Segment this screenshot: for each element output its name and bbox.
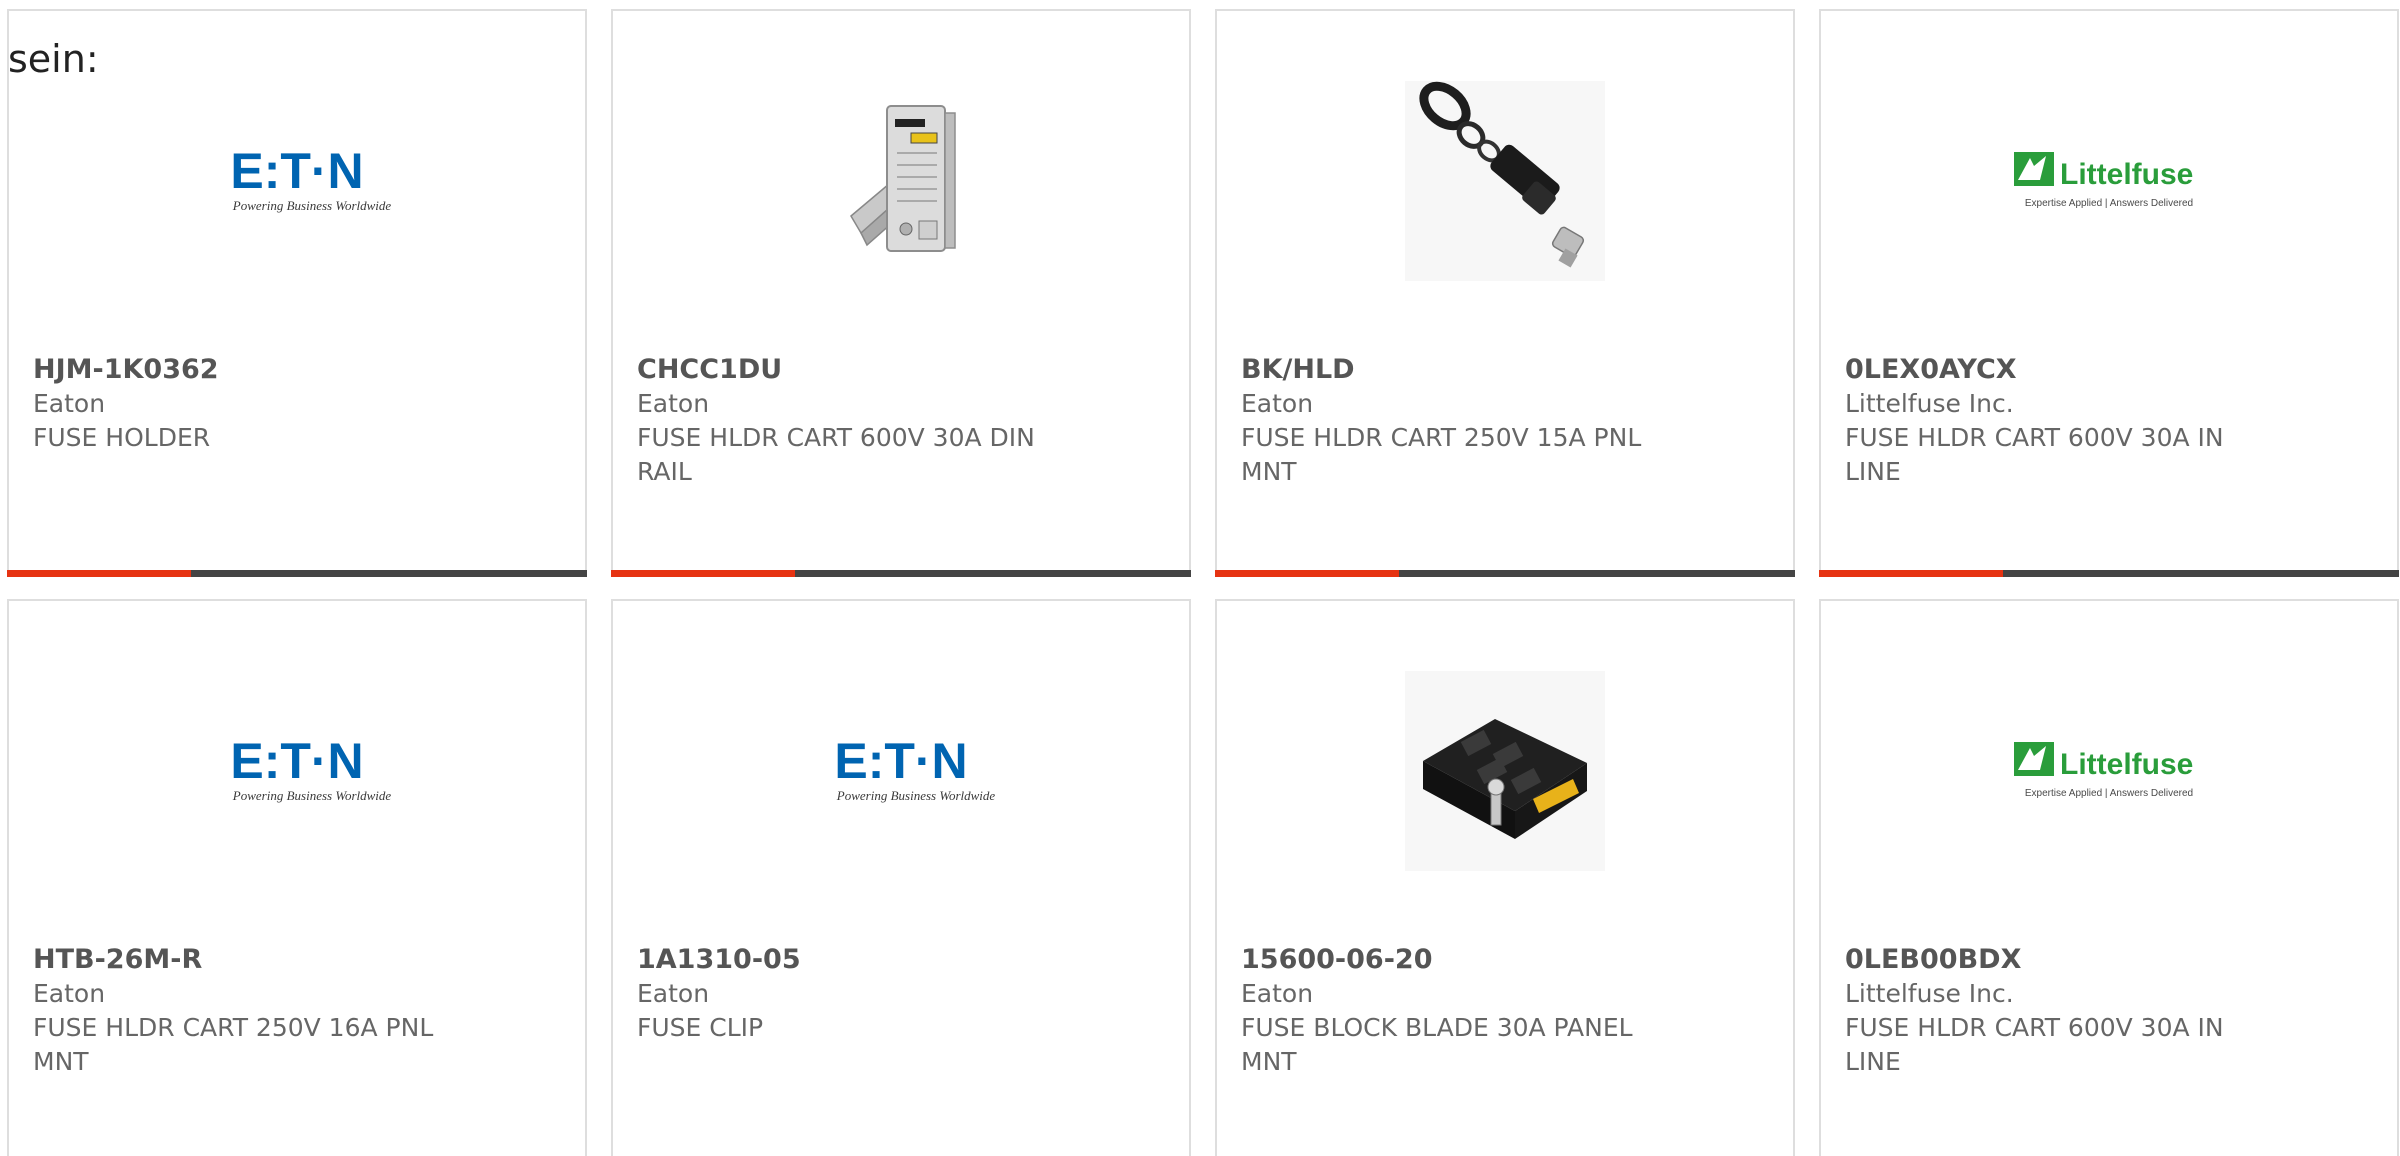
manufacturer-name: Eaton <box>637 979 710 1008</box>
manufacturer-name: Eaton <box>1241 979 1314 1008</box>
product-image[interactable] <box>1217 671 1793 871</box>
card-footer-accent <box>611 570 795 577</box>
card-footer-accent <box>7 570 191 577</box>
product-card[interactable]: 15600-06-20 Eaton FUSE BLOCK BLADE 30A P… <box>1215 599 1795 1156</box>
product-image[interactable] <box>613 81 1189 281</box>
part-number-link[interactable]: HJM-1K0362 <box>33 353 463 387</box>
littelfuse-logo-wordmark: Littelfuse <box>2060 748 2193 781</box>
manufacturer-name: Eaton <box>1241 389 1314 418</box>
product-image[interactable]: Littelfuse Expertise Applied | Answers D… <box>1821 81 2397 281</box>
fuse-block-icon <box>1405 671 1605 871</box>
littelfuse-logo-tagline: Expertise Applied | Answers Delivered <box>2025 788 2193 799</box>
product-image[interactable]: E:T·N Powering Business Worldwide <box>9 81 585 281</box>
part-number-link[interactable]: 0LEX0AYCX <box>1845 353 2275 387</box>
part-number-link[interactable]: HTB-26M-R <box>33 943 463 977</box>
product-description: FUSE HLDR CART 600V 30A IN LINE <box>1845 423 2224 486</box>
part-number-link[interactable]: 15600-06-20 <box>1241 943 1671 977</box>
part-number-link[interactable]: 1A1310-05 <box>637 943 1067 977</box>
manufacturer-name: Littelfuse Inc. <box>1845 389 2014 418</box>
product-info: HJM-1K0362 Eaton FUSE HOLDER <box>33 353 463 455</box>
product-info: 0LEB00BDX Littelfuse Inc. FUSE HLDR CART… <box>1845 943 2275 1079</box>
card-footer-accent <box>1215 570 1399 577</box>
product-info: 0LEX0AYCX Littelfuse Inc. FUSE HLDR CART… <box>1845 353 2275 489</box>
product-image[interactable]: Littelfuse Expertise Applied | Answers D… <box>1821 671 2397 871</box>
product-card[interactable]: Littelfuse Expertise Applied | Answers D… <box>1819 9 2399 577</box>
product-info: BK/HLD Eaton FUSE HLDR CART 250V 15A PNL… <box>1241 353 1671 489</box>
card-footer-bar <box>1819 570 2399 577</box>
card-footer-bar <box>7 570 587 577</box>
eaton-logo-tagline: Powering Business Worldwide <box>232 198 392 213</box>
product-grid-page: sein: E:T·N Powering Business Worldwide … <box>0 0 2400 1156</box>
product-card[interactable]: BK/HLD Eaton FUSE HLDR CART 250V 15A PNL… <box>1215 9 1795 577</box>
eaton-logo-wordmark: E:T·N <box>230 146 363 199</box>
card-footer-accent <box>1819 570 2003 577</box>
product-description: FUSE HLDR CART 600V 30A DIN RAIL <box>637 423 1035 486</box>
product-description: FUSE HLDR CART 600V 30A IN LINE <box>1845 1013 2224 1076</box>
manufacturer-name: Eaton <box>637 389 710 418</box>
card-footer-bar <box>611 570 1191 577</box>
product-info: 1A1310-05 Eaton FUSE CLIP <box>637 943 1067 1045</box>
product-card[interactable]: E:T·N Powering Business Worldwide HTB-26… <box>7 599 587 1156</box>
card-footer-bar <box>1215 570 1795 577</box>
manufacturer-name: Eaton <box>33 979 106 1008</box>
product-grid: E:T·N Powering Business Worldwide HJM-1K… <box>7 9 2399 1156</box>
product-image[interactable] <box>1217 81 1793 281</box>
eaton-logo-tagline: Powering Business Worldwide <box>232 788 392 803</box>
product-card[interactable]: CHCC1DU Eaton FUSE HLDR CART 600V 30A DI… <box>611 9 1191 577</box>
product-card[interactable]: E:T·N Powering Business Worldwide 1A1310… <box>611 599 1191 1156</box>
product-card[interactable]: E:T·N Powering Business Worldwide HJM-1K… <box>7 9 587 577</box>
eaton-logo-icon: E:T·N Powering Business Worldwide <box>230 146 392 213</box>
littelfuse-logo-icon: Littelfuse Expertise Applied | Answers D… <box>2014 152 2193 209</box>
product-description: FUSE BLOCK BLADE 30A PANEL MNT <box>1241 1013 1633 1076</box>
part-number-link[interactable]: BK/HLD <box>1241 353 1671 387</box>
eaton-logo-icon: E:T·N Powering Business Worldwide <box>230 736 392 803</box>
din-rail-fuse-holder-icon <box>850 105 956 252</box>
product-image[interactable]: E:T·N Powering Business Worldwide <box>613 671 1189 871</box>
manufacturer-name: Eaton <box>33 389 106 418</box>
part-number-link[interactable]: CHCC1DU <box>637 353 1067 387</box>
product-description: FUSE HLDR CART 250V 15A PNL MNT <box>1241 423 1642 486</box>
product-description: FUSE HOLDER <box>33 423 211 452</box>
product-description: FUSE CLIP <box>637 1013 764 1042</box>
product-image[interactable]: E:T·N Powering Business Worldwide <box>9 671 585 871</box>
littelfuse-logo-tagline: Expertise Applied | Answers Delivered <box>2025 198 2193 209</box>
littelfuse-logo-wordmark: Littelfuse <box>2060 158 2193 191</box>
eaton-logo-wordmark: E:T·N <box>230 736 363 789</box>
product-description: FUSE HLDR CART 250V 16A PNL MNT <box>33 1013 434 1076</box>
product-card[interactable]: Littelfuse Expertise Applied | Answers D… <box>1819 599 2399 1156</box>
product-info: HTB-26M-R Eaton FUSE HLDR CART 250V 16A … <box>33 943 463 1079</box>
part-number-link[interactable]: 0LEB00BDX <box>1845 943 2275 977</box>
eaton-logo-tagline: Powering Business Worldwide <box>836 788 996 803</box>
lead-text: sein: <box>8 37 99 81</box>
product-info: 15600-06-20 Eaton FUSE BLOCK BLADE 30A P… <box>1241 943 1671 1079</box>
panel-mount-fuse-holder-icon <box>1405 81 1605 281</box>
product-info: CHCC1DU Eaton FUSE HLDR CART 600V 30A DI… <box>637 353 1067 489</box>
eaton-logo-icon: E:T·N Powering Business Worldwide <box>834 736 996 803</box>
eaton-logo-wordmark: E:T·N <box>834 736 967 789</box>
littelfuse-logo-icon: Littelfuse Expertise Applied | Answers D… <box>2014 742 2193 799</box>
manufacturer-name: Littelfuse Inc. <box>1845 979 2014 1008</box>
